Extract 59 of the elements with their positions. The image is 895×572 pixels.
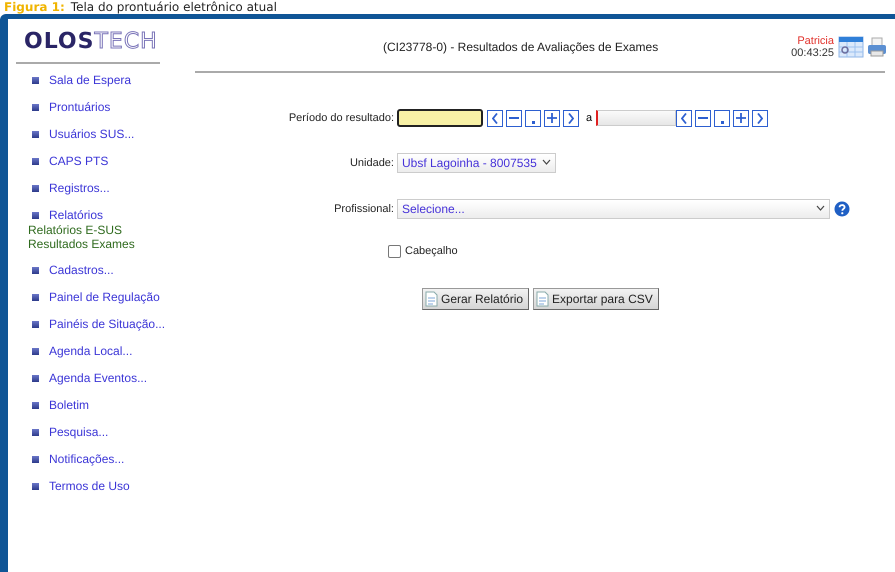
menu-item[interactable]: Pesquisa... [32, 424, 108, 440]
previous-button[interactable] [676, 110, 692, 126]
menu-item[interactable]: Agenda Eventos... [32, 370, 148, 386]
printer-icon[interactable] [867, 37, 887, 57]
minus-icon [509, 117, 519, 119]
menu-item[interactable]: Prontuários [32, 99, 110, 115]
document-icon [425, 291, 438, 307]
menu-item[interactable]: CAPS PTS [32, 153, 108, 169]
professional-select[interactable]: Selecione... [397, 199, 830, 219]
checkbox-label: Cabeçalho [405, 245, 458, 257]
chevron-down-icon [816, 205, 825, 211]
chevron-right-icon [757, 112, 764, 124]
field-label: Unidade: [350, 156, 395, 171]
next-button[interactable] [563, 110, 579, 126]
checkbox[interactable] [388, 244, 401, 258]
minus-button[interactable] [506, 110, 522, 126]
submenu-item[interactable]: Resultados Exames [28, 237, 135, 251]
previous-button[interactable] [487, 110, 503, 126]
minus-button[interactable] [695, 110, 712, 126]
date-field[interactable] [397, 109, 483, 127]
range-separator: a [586, 112, 592, 124]
document-icon [536, 291, 550, 307]
help-icon[interactable] [834, 201, 850, 217]
chevron-left-icon [492, 112, 498, 124]
menu-item[interactable]: Painéis de Situação... [32, 316, 166, 332]
caption-label: Figura 1: [4, 0, 65, 14]
page-title: (CI23778-0) - Resultados de Avaliações de Exames [382, 40, 660, 54]
next-button[interactable] [752, 110, 768, 126]
menu-item[interactable]: Sala de Espera [32, 72, 132, 88]
today-button[interactable] [714, 110, 730, 126]
field-label: Profissional: [334, 202, 395, 217]
action-button[interactable]: Gerar Relatório [422, 288, 530, 310]
chevron-right-icon [568, 112, 574, 124]
menu-item[interactable]: Agenda Local... [32, 343, 132, 359]
menu-item[interactable]: Notificações... [32, 451, 124, 467]
chevron-down-icon [542, 159, 551, 165]
menu-item[interactable]: Usuários SUS... [32, 126, 134, 142]
action-button[interactable]: Exportar para CSV [533, 288, 659, 310]
calendar-icon[interactable] [838, 36, 864, 58]
plus-button[interactable] [733, 110, 750, 126]
submenu-item[interactable]: Relatórios E-SUS [28, 223, 122, 237]
plus-icon [736, 113, 746, 123]
user-name: Patricia [797, 35, 834, 47]
caption-text: Tela do prontuário eletrônico atual [70, 0, 277, 14]
menu-item[interactable]: Registros... [32, 180, 110, 196]
session-time: 00:43:25 [791, 47, 834, 59]
logo: OLOSTECH [24, 29, 158, 54]
menu-item[interactable]: Termos de Uso [32, 478, 130, 494]
unit-select[interactable]: Ubsf Lagoinha - 8007535 [397, 153, 556, 173]
menu-item[interactable]: Boletim [32, 397, 90, 413]
menu-item[interactable]: Painel de Regulação [32, 289, 160, 305]
minus-icon [698, 117, 708, 119]
chevron-left-icon [681, 112, 688, 124]
field-label: Período do resultado: [288, 111, 395, 126]
today-button[interactable] [525, 110, 541, 126]
menu-item[interactable]: Cadastros... [32, 262, 114, 278]
plus-icon [547, 113, 557, 123]
plus-button[interactable] [544, 110, 560, 126]
menu-item[interactable]: Relatórios [32, 207, 104, 223]
